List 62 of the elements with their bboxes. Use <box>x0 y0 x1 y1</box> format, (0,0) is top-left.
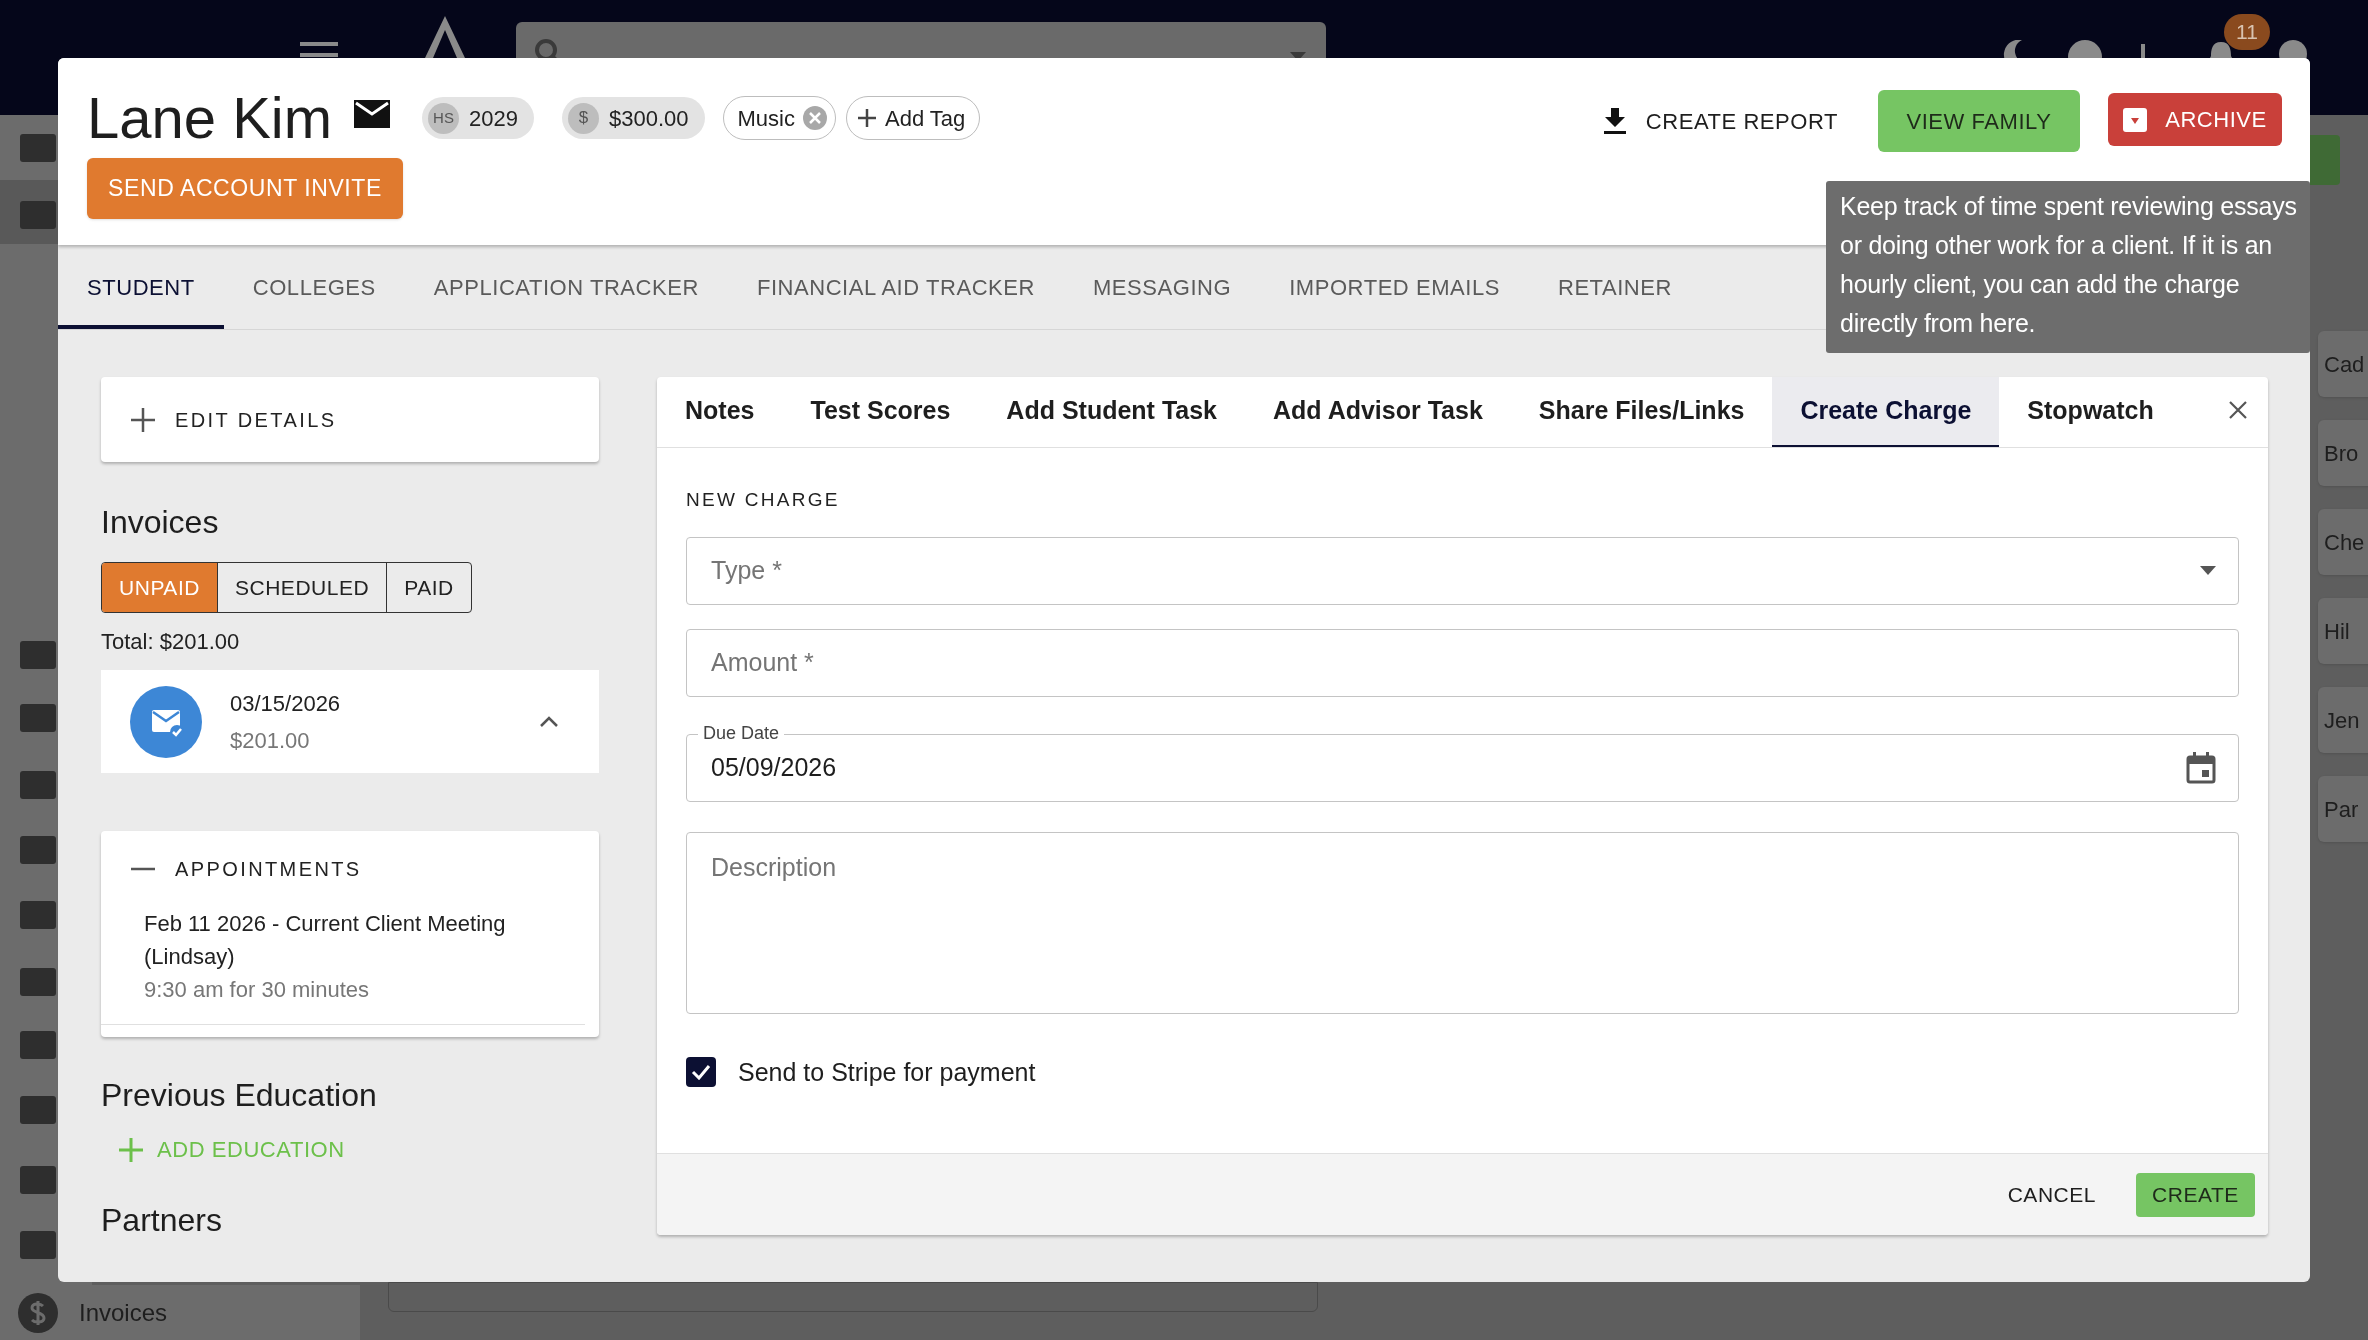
logo-icon[interactable] <box>425 16 465 58</box>
edit-details-button[interactable]: EDIT DETAILS <box>101 377 599 462</box>
cancel-button[interactable]: CANCEL <box>1993 1172 2110 1217</box>
plus-icon <box>131 407 155 432</box>
dropdown-icon <box>1290 52 1306 61</box>
panel-tab[interactable]: Add Student Task <box>978 377 1246 447</box>
partners-heading: Partners <box>101 1201 223 1240</box>
plus-icon <box>119 1137 143 1162</box>
panel-tab[interactable]: Test Scores <box>782 377 979 447</box>
view-family-button[interactable]: VIEW FAMILY <box>1878 90 2080 152</box>
chip-label: $300.00 <box>609 104 689 133</box>
chip-label: 2029 <box>469 104 518 133</box>
field-value: 05/09/2026 <box>711 751 837 783</box>
checkbox-label: Send to Stripe for payment <box>738 1056 1036 1088</box>
tab[interactable]: MESSAGING <box>1063 245 1261 329</box>
tab[interactable]: RETAINER <box>1528 245 1701 329</box>
select-placeholder: Type * <box>711 554 782 586</box>
invoice-card[interactable]: 03/15/2026 $201.00 <box>101 670 599 773</box>
invoice-filter[interactable]: SCHEDULED <box>216 563 387 612</box>
panel-tab[interactable]: Stopwatch <box>1999 377 2182 447</box>
mail-check-icon <box>130 685 202 758</box>
appointment-time: 9:30 am for 30 minutes <box>144 976 370 1004</box>
invoice-amount: $201.00 <box>230 726 311 755</box>
menu-icon[interactable] <box>300 42 338 58</box>
chip-prefix: HS <box>428 102 460 134</box>
type-select[interactable]: Type * <box>686 536 2239 605</box>
appointments-toggle[interactable]: APPOINTMENTS <box>101 831 599 907</box>
help-tooltip: Keep track of time spent reviewing essays or doing other work for a client. If it is an hourly client, you can add the charge directly from here. <box>1826 181 2310 353</box>
invoices-total: Total: $201.00 <box>101 628 241 656</box>
checkbox[interactable] <box>686 1057 716 1088</box>
invoice-filter[interactable]: PAID <box>386 563 471 612</box>
invoice-date: 03/15/2026 <box>230 689 342 718</box>
panel-tab[interactable]: Share Files/Links <box>1510 377 1773 447</box>
create-button[interactable]: CREATE <box>2136 1172 2255 1217</box>
archive-icon <box>2123 107 2148 132</box>
chip-prefix: $ <box>568 102 599 134</box>
panel-tab[interactable]: Add Advisor Task <box>1245 377 1511 447</box>
dropdown-icon <box>2200 566 2216 575</box>
invoices-heading: Invoices <box>101 503 220 542</box>
create-report-button[interactable]: CREATE REPORT <box>1591 90 1850 152</box>
calendar-icon[interactable] <box>2186 751 2216 784</box>
tab[interactable]: STUDENT <box>58 245 224 329</box>
tab[interactable]: APPLICATION TRACKER <box>404 245 728 329</box>
panel-tab[interactable]: Notes <box>657 377 783 447</box>
plus-icon <box>856 108 877 128</box>
panel-tab[interactable]: Create Charge <box>1772 377 2000 447</box>
previous-education-heading: Previous Education <box>101 1076 378 1115</box>
tab[interactable]: FINANCIAL AID TRACKER <box>727 245 1064 329</box>
student-name: Lane Kim <box>87 86 333 150</box>
close-icon[interactable] <box>2228 400 2248 420</box>
check-icon <box>691 1064 711 1081</box>
tab[interactable]: IMPORTED EMAILS <box>1260 245 1529 329</box>
description-field[interactable]: Description <box>686 831 2239 1014</box>
amount-field[interactable]: Amount * <box>686 628 2239 697</box>
archive-button[interactable]: ARCHIVE <box>2108 93 2282 146</box>
section-label: NEW CHARGE <box>686 488 841 512</box>
dollar-icon <box>18 1292 58 1333</box>
tab[interactable]: COLLEGES <box>223 245 405 329</box>
minus-icon <box>131 867 155 871</box>
tag-label: Music <box>737 104 795 133</box>
download-icon <box>1603 108 1626 134</box>
appointment-title: Feb 11 2026 - Current Client Meeting (Lindsay) <box>144 910 507 971</box>
